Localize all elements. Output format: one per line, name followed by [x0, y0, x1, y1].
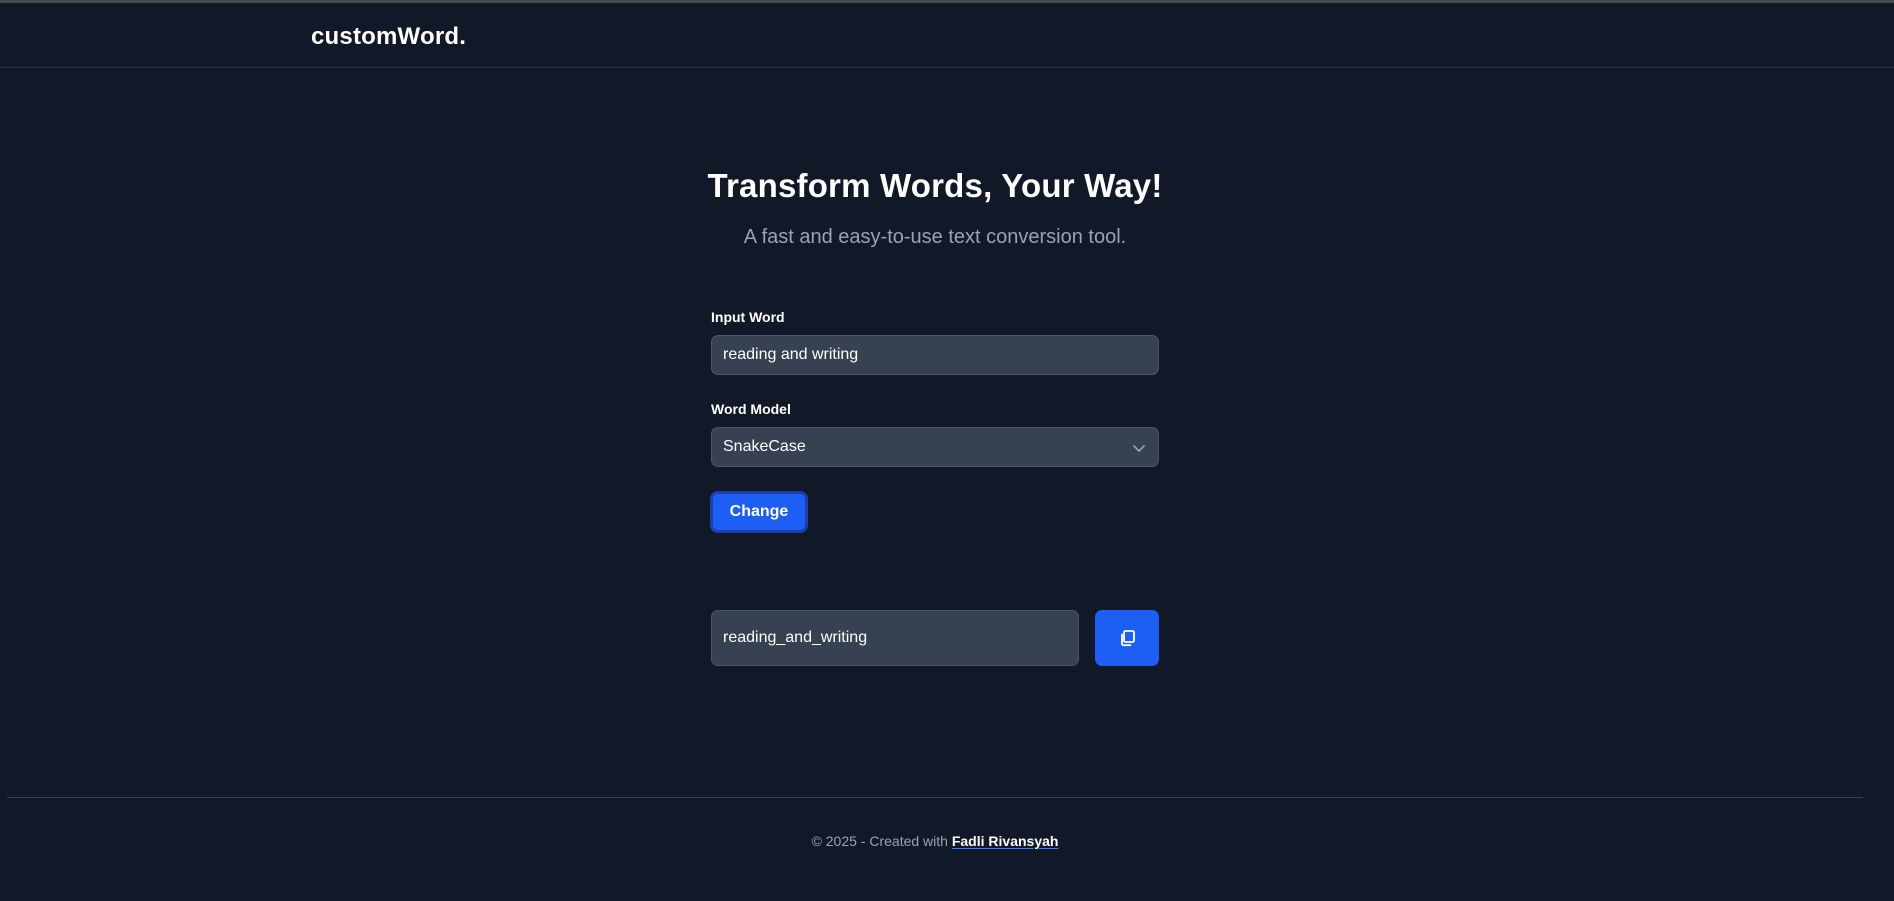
page-title: Transform Words, Your Way!	[707, 167, 1163, 204]
footer-copyright: © 2025 - Created with	[811, 833, 952, 849]
footer-author-link[interactable]: Fadli Rivansyah	[952, 833, 1059, 849]
word-model-select[interactable]: SnakeCase	[711, 427, 1159, 467]
change-button[interactable]: Change	[710, 491, 808, 533]
word-model-label: Word Model	[711, 401, 791, 417]
footer-divider	[7, 797, 1863, 798]
input-word-label: Input Word	[711, 309, 785, 325]
input-word-field[interactable]	[711, 335, 1159, 375]
copy-icon	[1121, 630, 1135, 647]
output-field[interactable]: reading_and_writing	[711, 610, 1079, 666]
word-model-selected: SnakeCase	[723, 438, 806, 455]
copy-button[interactable]	[1095, 610, 1159, 666]
brand-logo[interactable]: customWord.	[311, 23, 466, 51]
page-subtitle: A fast and easy-to-use text conversion t…	[743, 226, 1127, 248]
footer: © 2025 - Created with Fadli Rivansyah	[0, 833, 1870, 849]
chevron-down-icon	[1133, 445, 1145, 452]
navbar: customWord.	[0, 3, 1894, 68]
